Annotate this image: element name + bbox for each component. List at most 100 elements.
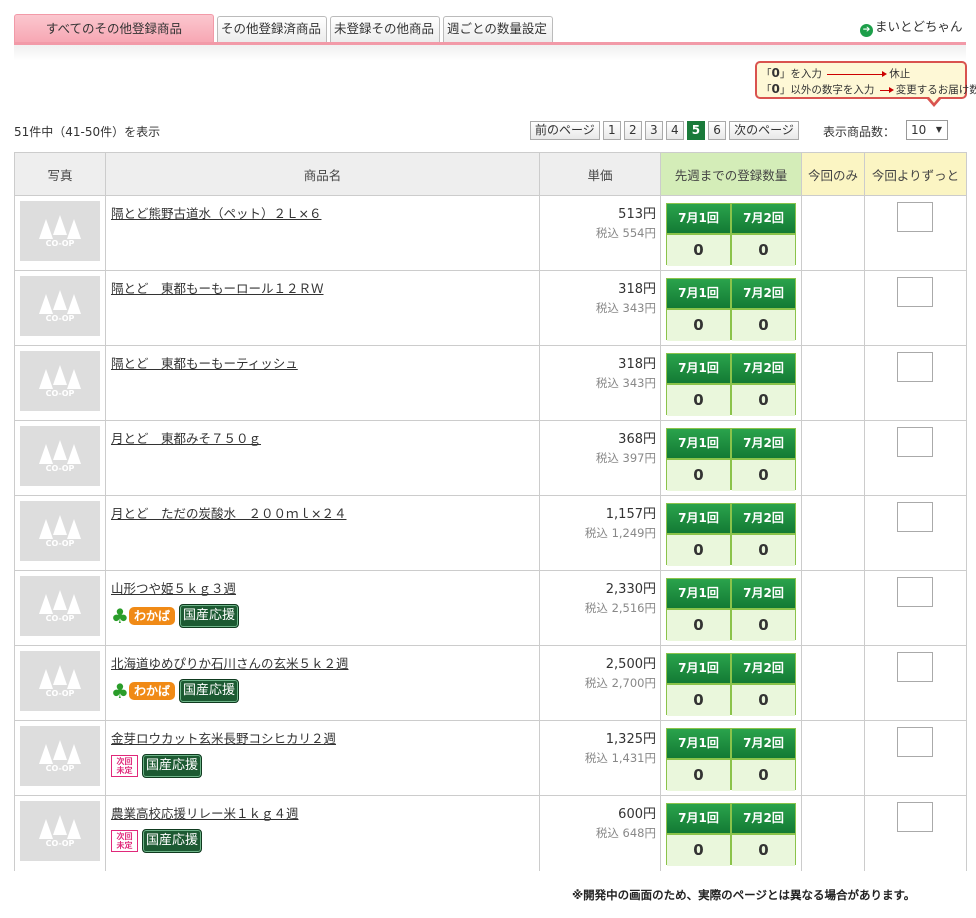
from-now-on-cell bbox=[864, 345, 967, 421]
table-row: CO-OP 隔とど熊野古道水（ペット）２Ｌ×６ 513円 税込 554円 7月1回 7月2… bbox=[14, 195, 967, 271]
week-2-qty: 0 bbox=[732, 610, 795, 641]
from-now-on-input[interactable] bbox=[897, 277, 933, 307]
this-time-only-cell bbox=[801, 420, 865, 496]
page-6-button[interactable]: 6 bbox=[708, 120, 727, 140]
coop-tree-icon bbox=[39, 665, 81, 689]
tax-price: 税込 397円 bbox=[595, 451, 656, 465]
from-now-on-input[interactable] bbox=[897, 727, 933, 757]
page-2-button[interactable]: 2 bbox=[623, 120, 642, 140]
product-name-link[interactable]: 隔とど熊野古道水（ペット）２Ｌ×６ bbox=[111, 203, 539, 222]
page-5-button[interactable]: 5 bbox=[686, 120, 706, 140]
photo-placeholder-label: CO-OP bbox=[45, 764, 75, 773]
next-undecided-badge: 次回 未定 bbox=[111, 830, 138, 852]
from-now-on-input[interactable] bbox=[897, 802, 933, 832]
page-1-button[interactable]: 1 bbox=[602, 120, 621, 140]
next-label: 次回 bbox=[116, 832, 133, 841]
product-photo[interactable]: CO-OP bbox=[20, 651, 100, 711]
this-time-only-cell bbox=[801, 345, 865, 421]
week-1-qty: 0 bbox=[667, 610, 730, 641]
per-page-select[interactable]: 10 ▼ bbox=[906, 120, 948, 140]
product-photo[interactable]: CO-OP bbox=[20, 276, 100, 336]
table-row: CO-OP 隔とど 東都もーもーロール１２ＲＷ 318円 税込 343円 7月1回 7月2… bbox=[14, 270, 967, 346]
my-todo-link[interactable]: ➔ まいとどちゃん bbox=[860, 16, 963, 37]
week-1-label: 7月1回 bbox=[667, 654, 730, 683]
undecided-label: 未定 bbox=[116, 841, 133, 850]
product-photo[interactable]: CO-OP bbox=[20, 501, 100, 561]
name-cell: 山形つや姫５ｋｇ３週 ♣ わかば 国産応援 bbox=[105, 570, 540, 646]
from-now-on-input[interactable] bbox=[897, 352, 933, 382]
from-now-on-input[interactable] bbox=[897, 202, 933, 232]
unit-price: 1,325円 bbox=[605, 732, 656, 747]
col-this-time-only: 今回のみ bbox=[801, 152, 865, 196]
coop-tree-icon bbox=[39, 515, 81, 539]
week-2-qty: 0 bbox=[732, 685, 795, 716]
product-name-link[interactable]: 隔とど 東都もーもーロール１２ＲＷ bbox=[111, 278, 539, 297]
table-header: 写真 商品名 単価 先週までの登録数量 今回のみ 今回よりずっと bbox=[14, 152, 967, 196]
week-1-qty: 0 bbox=[667, 535, 730, 566]
product-name-link[interactable]: 山形つや姫５ｋｇ３週 bbox=[111, 578, 539, 597]
from-now-on-input[interactable] bbox=[897, 427, 933, 457]
name-cell: 金芽ロウカット玄米長野コシヒカリ２週 次回 未定 国産応援 bbox=[105, 720, 540, 796]
product-photo[interactable]: CO-OP bbox=[20, 726, 100, 786]
coop-tree-icon bbox=[39, 215, 81, 239]
week-2-qty: 0 bbox=[732, 535, 795, 566]
product-name-link[interactable]: 北海道ゆめぴりか石川さんの玄米５ｋ２週 bbox=[111, 653, 539, 672]
product-photo[interactable]: CO-OP bbox=[20, 801, 100, 861]
registered-qty-cell: 7月1回 7月2回 0 0 bbox=[660, 495, 802, 571]
week-1-qty: 0 bbox=[667, 235, 730, 266]
photo-placeholder-label: CO-OP bbox=[45, 314, 75, 323]
tab-registered-items[interactable]: その他登録済商品 bbox=[217, 16, 327, 42]
product-photo[interactable]: CO-OP bbox=[20, 576, 100, 636]
from-now-on-input[interactable] bbox=[897, 502, 933, 532]
page-4-button[interactable]: 4 bbox=[665, 120, 684, 140]
table-row: CO-OP 月とど ただの炭酸水 ２００ｍｌ×２４ 1,157円 税込 1,249円 7… bbox=[14, 495, 967, 571]
photo-cell: CO-OP bbox=[14, 795, 106, 871]
week-2-label: 7月2回 bbox=[732, 729, 795, 758]
name-cell: 隔とど熊野古道水（ペット）２Ｌ×６ bbox=[105, 195, 540, 271]
photo-cell: CO-OP bbox=[14, 645, 106, 721]
registered-qty-cell: 7月1回 7月2回 0 0 bbox=[660, 420, 802, 496]
footer-note: ※開発中の画面のため、実際のページとは異なる場合があります。 bbox=[572, 888, 916, 902]
tab-all-other-items[interactable]: すべてのその他登録商品 bbox=[14, 14, 214, 42]
from-now-on-input[interactable] bbox=[897, 577, 933, 607]
week-1-label: 7月1回 bbox=[667, 204, 730, 233]
product-name-link[interactable]: 金芽ロウカット玄米長野コシヒカリ２週 bbox=[111, 728, 539, 747]
from-now-on-cell bbox=[864, 195, 967, 271]
unit-price: 600円 bbox=[618, 807, 656, 822]
from-now-on-cell bbox=[864, 420, 967, 496]
prev-page-button[interactable]: 前のページ bbox=[530, 120, 600, 140]
product-photo[interactable]: CO-OP bbox=[20, 201, 100, 261]
next-page-button[interactable]: 次のページ bbox=[729, 120, 799, 140]
table-row: CO-OP 農業高校応援リレー米１ｋｇ４週 次回 未定 国産応援 600円 税込 648円 7… bbox=[14, 795, 967, 871]
page-3-button[interactable]: 3 bbox=[644, 120, 663, 140]
tab-unregistered-items[interactable]: 未登録その他商品 bbox=[330, 16, 440, 42]
product-name-link[interactable]: 月とど 東都みそ７５０ｇ bbox=[111, 428, 539, 447]
name-cell: 北海道ゆめぴりか石川さんの玄米５ｋ２週 ♣ わかば 国産応援 bbox=[105, 645, 540, 721]
from-now-on-cell bbox=[864, 645, 967, 721]
registered-qty-box: 7月1回 7月2回 0 0 bbox=[666, 353, 796, 416]
product-photo[interactable]: CO-OP bbox=[20, 351, 100, 411]
unit-price: 2,500円 bbox=[605, 657, 656, 672]
price-cell: 1,325円税込 1,431円 bbox=[539, 720, 661, 796]
tax-price: 税込 1,431円 bbox=[584, 751, 656, 765]
week-1-label: 7月1回 bbox=[667, 429, 730, 458]
product-photo[interactable]: CO-OP bbox=[20, 426, 100, 486]
registered-qty-cell: 7月1回 7月2回 0 0 bbox=[660, 795, 802, 871]
product-badges: 次回 未定 国産応援 bbox=[111, 829, 539, 853]
photo-cell: CO-OP bbox=[14, 570, 106, 646]
from-now-on-cell bbox=[864, 720, 967, 796]
week-2-qty: 0 bbox=[732, 385, 795, 416]
unit-price: 2,330円 bbox=[605, 582, 656, 597]
product-name-link[interactable]: 農業高校応援リレー米１ｋｇ４週 bbox=[111, 803, 539, 822]
product-name-link[interactable]: 隔とど 東都もーもーティッシュ bbox=[111, 353, 539, 372]
product-name-link[interactable]: 月とど ただの炭酸水 ２００ｍｌ×２４ bbox=[111, 503, 539, 522]
registered-qty-box: 7月1回 7月2回 0 0 bbox=[666, 278, 796, 341]
week-2-qty: 0 bbox=[732, 835, 795, 866]
photo-cell: CO-OP bbox=[14, 495, 106, 571]
tab-weekly-quantity[interactable]: 週ごとの数量設定 bbox=[443, 16, 553, 42]
from-now-on-input[interactable] bbox=[897, 652, 933, 682]
registered-qty-cell: 7月1回 7月2回 0 0 bbox=[660, 645, 802, 721]
price-cell: 513円 税込 554円 bbox=[539, 195, 661, 271]
week-2-qty: 0 bbox=[732, 235, 795, 266]
registered-qty-box: 7月1回 7月2回 0 0 bbox=[666, 503, 796, 566]
